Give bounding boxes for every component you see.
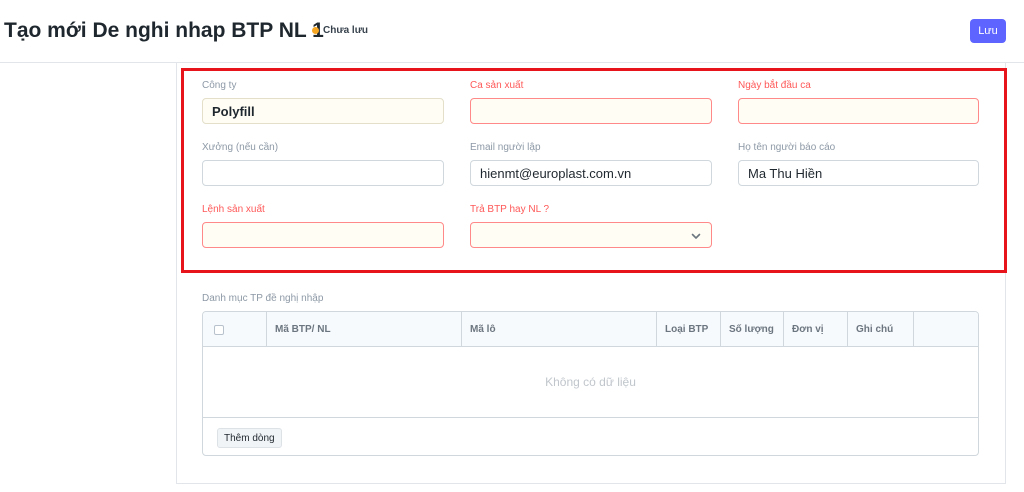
col-header-material-code[interactable]: Mã BTP/ NL [267,312,462,347]
save-button[interactable]: Lưu [970,19,1006,43]
page-header: Tạo mới De nghi nhap BTP NL 1 Chưa lưu L… [0,0,1024,63]
company-field[interactable]: Polyfill [202,98,444,124]
return-type-select[interactable] [470,222,712,248]
col-header-unit[interactable]: Đơn vị [784,312,848,347]
reporter-name-field[interactable]: Ma Thu Hiền [738,160,979,186]
col-header-quantity[interactable]: Số lượng [721,312,784,347]
production-order-label: Lệnh sản xuất [202,204,265,215]
items-grid: Mã BTP/ NL Mã lô Loại BTP Số lượng Đơn v… [202,311,979,456]
return-type-label: Trả BTP hay NL ? [470,204,550,215]
creator-email-label: Email người lập [470,142,541,153]
unsaved-indicator: Chưa lưu [312,25,368,36]
chevron-down-icon [691,233,701,239]
select-all-cell [203,312,267,347]
empty-state-text: Không có dữ liệu [203,347,978,418]
add-row-button[interactable]: Thêm dòng [217,428,282,448]
status-text: Chưa lưu [323,25,369,36]
shift-start-date-field[interactable] [738,98,979,124]
page-title: Tạo mới De nghi nhap BTP NL 1 [4,19,324,42]
col-header-lot-code[interactable]: Mã lô [462,312,657,347]
col-header-note[interactable]: Ghi chú [848,312,914,347]
creator-email-field[interactable]: hienmt@europlast.com.vn [470,160,712,186]
company-label: Công ty [202,80,237,91]
production-order-field[interactable] [202,222,444,248]
col-header-btp-type[interactable]: Loại BTP [657,312,721,347]
reporter-name-label: Họ tên người báo cáo [738,142,836,153]
grid-header: Mã BTP/ NL Mã lô Loại BTP Số lượng Đơn v… [203,312,978,347]
col-header-actions [914,312,978,347]
select-all-checkbox[interactable] [214,324,224,335]
status-dot-icon [312,27,319,34]
workshop-label: Xưởng (nếu cần) [202,142,279,153]
items-section-label: Danh mục TP đề nghị nhập [202,293,324,304]
shift-field[interactable] [470,98,712,124]
workshop-field[interactable] [202,160,444,186]
shift-label: Ca sản xuất [470,80,524,91]
shift-start-date-label: Ngày bắt đầu ca [738,80,811,91]
